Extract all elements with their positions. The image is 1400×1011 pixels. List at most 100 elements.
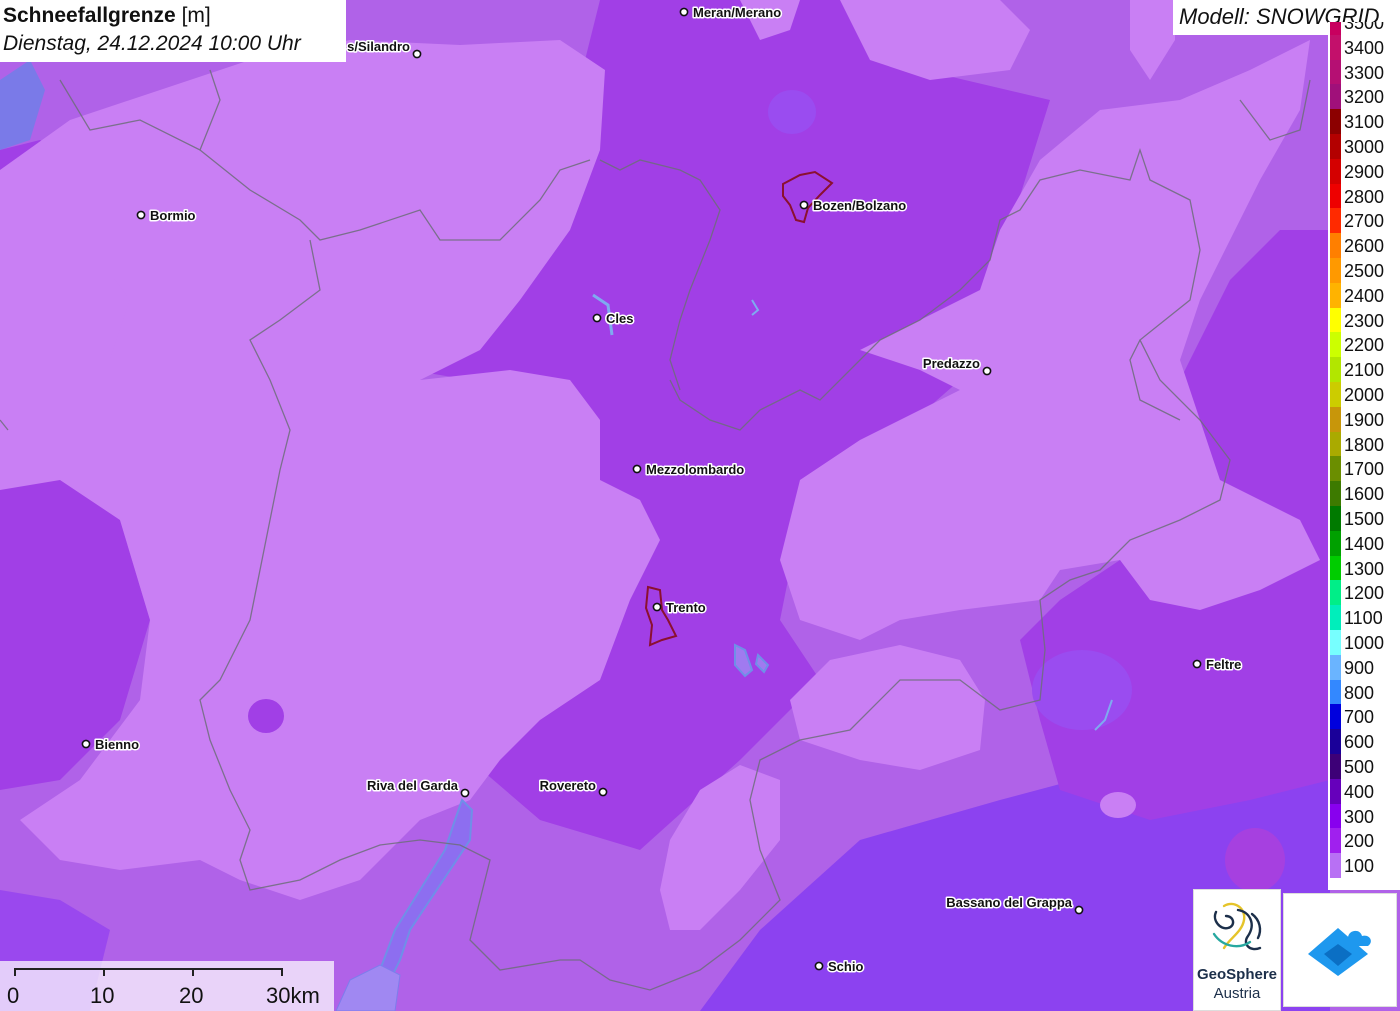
- title-main: Schneefallgrenze: [3, 4, 176, 27]
- color-legend: 3500 3400 3300 3200 3100 3000 2900 2800 2700 2600…: [1328, 22, 1400, 890]
- app-logo[interactable]: [1283, 893, 1397, 1007]
- legend-label: 3400: [1344, 37, 1385, 58]
- title-unit: [m]: [181, 4, 211, 27]
- legend-label: 600: [1344, 732, 1375, 753]
- legend-swatch: [1330, 431, 1341, 457]
- legend-swatch: [1330, 456, 1341, 482]
- legend-row: 3000: [1328, 134, 1400, 159]
- pink-blob-southeast: [1225, 828, 1285, 892]
- legend-row: 2200: [1328, 332, 1400, 358]
- legend-row: 1600: [1328, 481, 1400, 506]
- city-label: Bassano del Grappa: [946, 895, 1072, 910]
- legend-swatch: [1330, 704, 1341, 730]
- city-label: Feltre: [1206, 657, 1241, 672]
- legend-row: 1700: [1328, 456, 1400, 482]
- legend-label: 300: [1344, 806, 1375, 827]
- city-label: Mezzolombardo: [646, 462, 744, 477]
- legend-row: 2700: [1328, 208, 1400, 234]
- legend-swatch: [1330, 803, 1341, 829]
- scale-label-30: 30km: [266, 983, 320, 1008]
- scale-label-10: 10: [90, 983, 115, 1008]
- city-label: s/Silandro: [347, 39, 410, 54]
- blue-blob-east: [1032, 650, 1132, 730]
- legend-row: 2800: [1328, 183, 1400, 209]
- legend-swatch: [1330, 481, 1341, 506]
- legend-row: 200: [1328, 828, 1400, 854]
- legend-label: 400: [1344, 781, 1375, 802]
- legend-swatch: [1330, 22, 1341, 35]
- legend-swatch: [1330, 109, 1341, 134]
- city-dot: [1074, 905, 1084, 915]
- legend-swatch: [1330, 580, 1341, 606]
- legend-label: 1900: [1344, 409, 1385, 430]
- legend-label: 3000: [1344, 137, 1385, 157]
- city-dot: [679, 7, 689, 17]
- city-dot: [799, 200, 809, 210]
- geosphere-logo[interactable]: GeoSphere Austria: [1193, 889, 1281, 1011]
- legend-swatch: [1330, 828, 1341, 854]
- legend-swatch: [1330, 332, 1341, 358]
- legend-swatch: [1330, 778, 1341, 804]
- city-dot: [632, 464, 642, 474]
- snowfall-map[interactable]: Meran/Merano Bozen/Bolzano Bormio Cles Preda…: [0, 0, 1400, 1011]
- legend-row: 1000: [1328, 630, 1400, 655]
- legend-row: 3200: [1328, 84, 1400, 110]
- city-dot: [460, 788, 470, 798]
- city-label: Trento: [666, 600, 706, 615]
- legend-label: 1500: [1344, 509, 1385, 529]
- legend-swatch: [1330, 134, 1341, 159]
- legend-label: 2600: [1344, 236, 1385, 257]
- city-label: Riva del Garda: [367, 778, 459, 793]
- legend-label: 3200: [1344, 87, 1385, 108]
- legend-row: 1900: [1328, 406, 1400, 432]
- scale-label-0: 0: [7, 983, 20, 1008]
- legend-label: 1700: [1344, 459, 1385, 480]
- legend-row: 400: [1328, 778, 1400, 804]
- scale-bar: 0 10 20 30km: [0, 961, 334, 1011]
- city-label: Schio: [828, 959, 863, 974]
- legend-row: 2600: [1328, 233, 1400, 258]
- legend-label: 2900: [1344, 161, 1385, 182]
- legend-row: 1800: [1328, 431, 1400, 457]
- legend-swatch: [1330, 258, 1341, 283]
- city-dot: [592, 313, 602, 323]
- legend-swatch: [1330, 406, 1341, 432]
- dark-blob-west: [248, 699, 284, 733]
- legend-swatch: [1330, 357, 1341, 382]
- legend-swatch: [1330, 84, 1341, 110]
- legend-swatch: [1330, 233, 1341, 258]
- legend-row: 1400: [1328, 530, 1400, 556]
- legend-label: 1400: [1344, 533, 1385, 554]
- map-title-box: Schneefallgrenze [m] Dienstag, 24.12.202…: [0, 0, 346, 62]
- city-dot: [136, 210, 146, 220]
- scale-tick: [103, 968, 105, 976]
- city-label: Bienno: [95, 737, 139, 752]
- city-label: Bormio: [150, 208, 196, 223]
- legend-label: 900: [1344, 657, 1375, 678]
- legend-label: 2500: [1344, 261, 1385, 281]
- legend-row: 3500: [1328, 22, 1400, 35]
- legend-label: 2300: [1344, 310, 1385, 331]
- legend-label: 1600: [1344, 484, 1385, 505]
- city-label: Meran/Merano: [693, 5, 781, 20]
- geosphere-country: Austria: [1213, 985, 1261, 1002]
- city-dot: [598, 787, 608, 797]
- legend-label: 1100: [1344, 608, 1383, 629]
- legend-row: 700: [1328, 704, 1400, 730]
- geosphere-name: GeoSphere: [1196, 966, 1278, 983]
- legend-swatch: [1330, 605, 1341, 630]
- legend-swatch: [1330, 183, 1341, 209]
- legend-row: 900: [1328, 654, 1400, 680]
- legend-row: 3100: [1328, 109, 1400, 134]
- legend-swatch: [1330, 307, 1341, 333]
- legend-label: 2800: [1344, 186, 1385, 207]
- legend-label: 2100: [1344, 360, 1385, 381]
- legend-row: 100: [1328, 853, 1400, 878]
- light-zone-small-patch: [1100, 792, 1136, 818]
- legend-label: 1800: [1344, 434, 1385, 455]
- scale-label-20: 20: [179, 983, 204, 1008]
- legend-label: 700: [1344, 707, 1375, 728]
- legend-label: 100: [1344, 856, 1375, 877]
- legend-swatch: [1330, 282, 1341, 308]
- legend-label: 500: [1344, 757, 1375, 777]
